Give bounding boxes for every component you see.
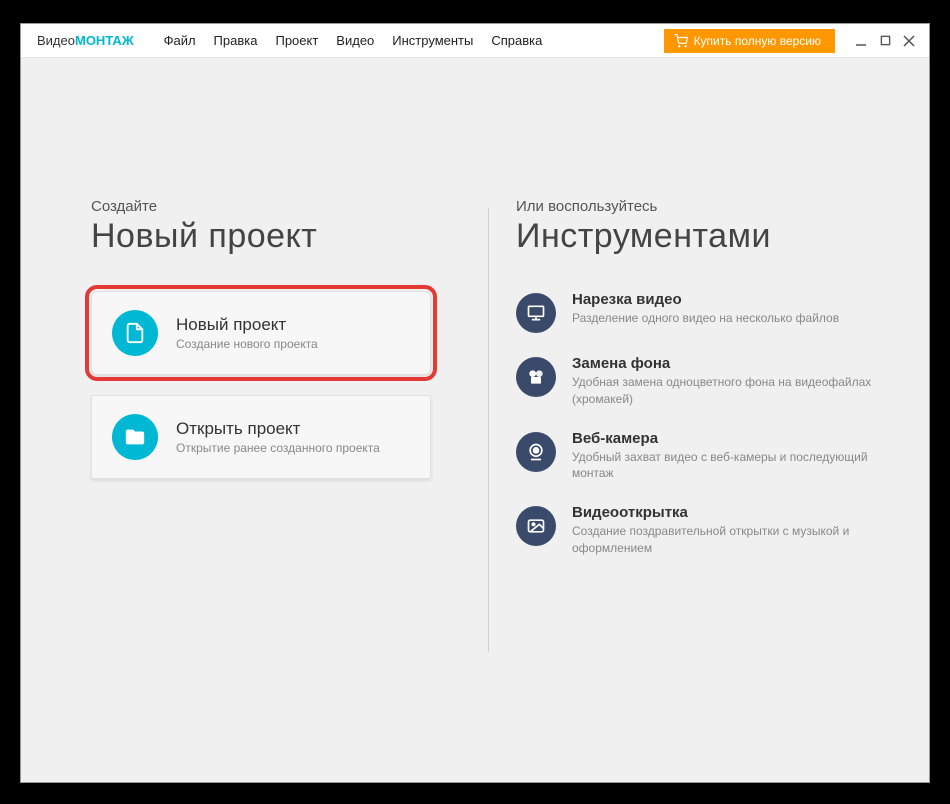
new-project-title: Новый проект xyxy=(176,315,318,335)
image-icon xyxy=(516,506,556,546)
app-window: ВидеоМОНТАЖ Файл Правка Проект Видео Инс… xyxy=(20,23,930,783)
vertical-divider xyxy=(488,208,489,652)
menu-video[interactable]: Видео xyxy=(336,33,374,48)
camera-film-icon xyxy=(516,357,556,397)
cart-icon xyxy=(674,34,688,48)
window-controls xyxy=(851,31,919,51)
tool-cut-video[interactable]: Нарезка видео Разделение одного видео на… xyxy=(516,291,899,333)
tools-label: Или воспользуйтесь xyxy=(516,198,899,215)
titlebar: ВидеоМОНТАЖ Файл Правка Проект Видео Инс… xyxy=(21,24,929,58)
minimize-button[interactable] xyxy=(851,31,871,51)
tool-bg-sub: Удобная замена одноцветного фона на виде… xyxy=(572,374,899,408)
tool-postcard[interactable]: Видеооткрытка Создание поздравительной о… xyxy=(516,504,899,557)
close-button[interactable] xyxy=(899,31,919,51)
menu-tools[interactable]: Инструменты xyxy=(392,33,473,48)
tools-section: Или воспользуйтесь Инструментами Нарезка… xyxy=(471,198,899,742)
tool-cut-title: Нарезка видео xyxy=(572,291,839,308)
tools-title: Инструментами xyxy=(516,217,899,256)
folder-icon xyxy=(112,414,158,460)
create-title: Новый проект xyxy=(91,217,471,256)
buy-full-version-button[interactable]: Купить полную версию xyxy=(664,29,835,53)
tool-bg-title: Замена фона xyxy=(572,355,899,372)
logo-prefix: Видео xyxy=(37,33,75,48)
screen-icon xyxy=(516,293,556,333)
tool-webcam[interactable]: Веб-камера Удобный захват видео с веб-ка… xyxy=(516,430,899,483)
menu-edit[interactable]: Правка xyxy=(214,33,258,48)
logo-accent: МОНТАЖ xyxy=(75,33,134,48)
main-menu: Файл Правка Проект Видео Инструменты Спр… xyxy=(164,33,543,48)
tool-replace-bg[interactable]: Замена фона Удобная замена одноцветного … xyxy=(516,355,899,408)
main-content: Создайте Новый проект Новый проект Созда… xyxy=(21,58,929,782)
menu-file[interactable]: Файл xyxy=(164,33,196,48)
tool-postcard-sub: Создание поздравительной открытки с музы… xyxy=(572,523,899,557)
maximize-button[interactable] xyxy=(875,31,895,51)
menu-project[interactable]: Проект xyxy=(275,33,318,48)
open-project-title: Открыть проект xyxy=(176,419,380,439)
new-project-sub: Создание нового проекта xyxy=(176,337,318,351)
create-section: Создайте Новый проект Новый проект Созда… xyxy=(91,198,471,742)
tool-cut-sub: Разделение одного видео на несколько фай… xyxy=(572,310,839,327)
open-project-sub: Открытие ранее созданного проекта xyxy=(176,441,380,455)
create-label: Создайте xyxy=(91,198,471,215)
tool-webcam-title: Веб-камера xyxy=(572,430,899,447)
app-logo: ВидеоМОНТАЖ xyxy=(37,33,134,48)
document-icon xyxy=(112,310,158,356)
tool-postcard-title: Видеооткрытка xyxy=(572,504,899,521)
webcam-icon xyxy=(516,432,556,472)
buy-button-label: Купить полную версию xyxy=(694,34,821,48)
menu-help[interactable]: Справка xyxy=(491,33,542,48)
open-project-card[interactable]: Открыть проект Открытие ранее созданного… xyxy=(91,395,431,479)
tool-webcam-sub: Удобный захват видео с веб-камеры и посл… xyxy=(572,449,899,483)
new-project-card[interactable]: Новый проект Создание нового проекта xyxy=(91,291,431,375)
